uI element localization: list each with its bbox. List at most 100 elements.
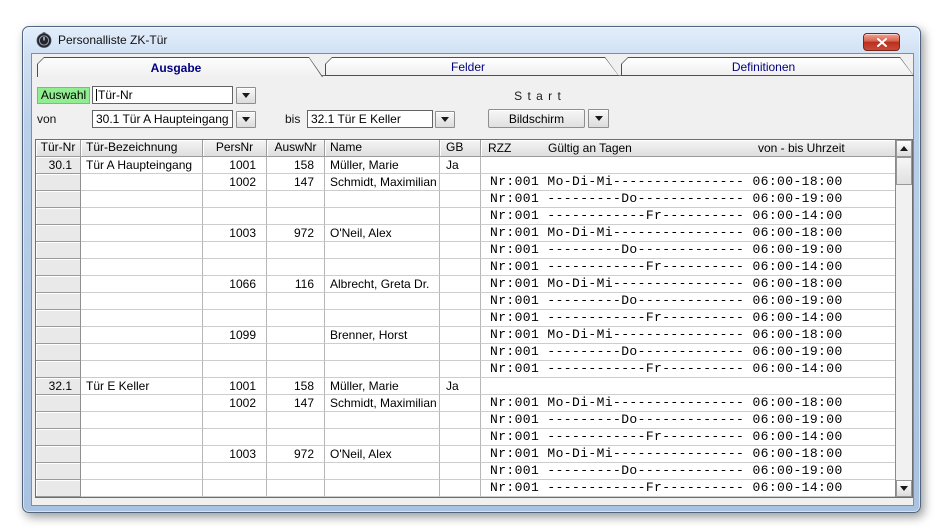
table-row: 1003 972 O'Neil, Alex Nr:001 Mo-Di-Mi------… bbox=[36, 225, 895, 242]
cell-pers bbox=[203, 344, 267, 361]
cell-pers bbox=[203, 191, 267, 208]
cell-rzz: Nr:001 ---------Do------------- 06:00-19… bbox=[481, 242, 895, 259]
up-arrow-icon bbox=[900, 146, 908, 151]
table-row: 1066 116 Albrecht, Greta Dr. Nr:001 Mo-Di-M… bbox=[36, 276, 895, 293]
tab-felder[interactable]: Felder bbox=[325, 57, 619, 76]
cell-tuer bbox=[36, 395, 81, 412]
cell-bez bbox=[81, 446, 203, 463]
cell-rzz: Nr:001 Mo-Di-Mi---------------- 06:00-18… bbox=[481, 225, 895, 242]
cell-name: O'Neil, Alex bbox=[325, 446, 440, 463]
bis-label: bis bbox=[285, 112, 301, 126]
start-label: S t a r t bbox=[514, 89, 562, 103]
cell-pers: 1099 bbox=[203, 327, 267, 344]
table-row: Nr:001 ------------Fr---------- 06:00-14… bbox=[36, 310, 895, 327]
cell-tuer: 30.1 bbox=[36, 157, 81, 174]
cell-name: Brenner, Horst bbox=[325, 327, 440, 344]
cell-tuer bbox=[36, 191, 81, 208]
cell-pers: 1003 bbox=[203, 446, 267, 463]
tab-definitionen[interactable]: Definitionen bbox=[621, 57, 914, 76]
cell-ausw bbox=[267, 259, 325, 276]
scrollbar-down-button[interactable] bbox=[896, 480, 912, 497]
cell-bez bbox=[81, 463, 203, 480]
table-row: Nr:001 ---------Do------------- 06:00-19… bbox=[36, 293, 895, 310]
table-row: 1099 Brenner, Horst Nr:001 Mo-Di-Mi-------… bbox=[36, 327, 895, 344]
cell-gb bbox=[440, 293, 481, 310]
cell-gb bbox=[440, 395, 481, 412]
client-area: Ausgabe Felder Definitionen Auswahl Tür-… bbox=[31, 53, 914, 506]
cell-rzz bbox=[481, 157, 895, 174]
cell-name: Albrecht, Greta Dr. bbox=[325, 276, 440, 293]
cell-bez bbox=[81, 361, 203, 378]
cell-name: Schmidt, Maximilian bbox=[325, 395, 440, 412]
cell-bez: Tür A Haupteingang bbox=[81, 157, 203, 174]
table-row: 32.1 Tür E Keller 1001 158 Müller, Marie Ja bbox=[36, 378, 895, 395]
cell-rzz: Nr:001 ---------Do------------- 06:00-19… bbox=[481, 463, 895, 480]
scrollbar-thumb[interactable] bbox=[896, 157, 912, 185]
table-row: Nr:001 ---------Do------------- 06:00-19… bbox=[36, 242, 895, 259]
cell-rzz bbox=[481, 378, 895, 395]
cell-bez bbox=[81, 174, 203, 191]
bildschirm-button[interactable]: Bildschirm bbox=[488, 109, 585, 128]
vertical-scrollbar[interactable] bbox=[895, 140, 912, 497]
cell-gb bbox=[440, 208, 481, 225]
cell-name bbox=[325, 242, 440, 259]
scrollbar-up-button[interactable] bbox=[896, 140, 912, 157]
auswahl-dropdown-button[interactable] bbox=[236, 87, 256, 104]
table-row: 1002 147 Schmidt, Maximilian Nr:001 Mo-Di-M… bbox=[36, 395, 895, 412]
header-tuer-bezeichnung: Tür-Bezeichnung bbox=[81, 140, 203, 157]
header-persnr: PersNr bbox=[203, 140, 267, 157]
cell-rzz: Nr:001 ------------Fr---------- 06:00-14… bbox=[481, 310, 895, 327]
header-rzz-group: RZZ Gültig an Tagen von - bis Uhrzeit bbox=[481, 140, 895, 157]
cell-pers: 1003 bbox=[203, 225, 267, 242]
von-combobox[interactable]: 30.1 Tür A Haupteingang bbox=[92, 110, 233, 128]
cell-name bbox=[325, 480, 440, 497]
tab-bar: Ausgabe Felder Definitionen bbox=[37, 57, 914, 77]
auswahl-label: Auswahl bbox=[37, 87, 90, 104]
auswahl-input[interactable]: Tür-Nr bbox=[92, 86, 233, 104]
cell-bez bbox=[81, 259, 203, 276]
scrollbar-track[interactable] bbox=[896, 157, 912, 480]
header-von-bis-uhrzeit: von - bis Uhrzeit bbox=[758, 141, 845, 155]
cell-name: O'Neil, Alex bbox=[325, 225, 440, 242]
table-row: Nr:001 ---------Do------------- 06:00-19… bbox=[36, 412, 895, 429]
header-gueltig-an-tagen: Gültig an Tagen bbox=[548, 141, 632, 155]
cell-ausw bbox=[267, 242, 325, 259]
cell-pers: 1002 bbox=[203, 174, 267, 191]
cell-pers: 1066 bbox=[203, 276, 267, 293]
table-row: Nr:001 ---------Do------------- 06:00-19… bbox=[36, 191, 895, 208]
cell-pers bbox=[203, 361, 267, 378]
cell-name bbox=[325, 463, 440, 480]
bis-combobox[interactable]: 32.1 Tür E Keller bbox=[307, 110, 433, 128]
cell-name bbox=[325, 191, 440, 208]
cell-bez bbox=[81, 395, 203, 412]
tab-ausgabe[interactable]: Ausgabe bbox=[37, 57, 323, 77]
table-row: Nr:001 ------------Fr---------- 06:00-14… bbox=[36, 480, 895, 497]
chevron-down-icon bbox=[594, 116, 603, 121]
cell-name: Schmidt, Maximilian bbox=[325, 174, 440, 191]
cell-rzz: Nr:001 ---------Do------------- 06:00-19… bbox=[481, 412, 895, 429]
cell-tuer bbox=[36, 225, 81, 242]
cell-bez bbox=[81, 344, 203, 361]
cell-tuer bbox=[36, 310, 81, 327]
cell-ausw bbox=[267, 480, 325, 497]
bildschirm-dropdown-button[interactable] bbox=[588, 109, 609, 128]
cell-ausw: 158 bbox=[267, 378, 325, 395]
cell-bez bbox=[81, 327, 203, 344]
cell-rzz: Nr:001 ---------Do------------- 06:00-19… bbox=[481, 344, 895, 361]
titlebar[interactable]: Personalliste ZK-Tür bbox=[23, 27, 920, 53]
cell-pers: 1001 bbox=[203, 157, 267, 174]
cell-pers bbox=[203, 480, 267, 497]
von-dropdown-button[interactable] bbox=[236, 111, 256, 128]
close-button[interactable] bbox=[863, 33, 900, 51]
cell-bez: Tür E Keller bbox=[81, 378, 203, 395]
timer-app-icon bbox=[36, 32, 52, 48]
cell-ausw bbox=[267, 208, 325, 225]
bis-dropdown-button[interactable] bbox=[435, 111, 455, 128]
header-gb: GB bbox=[440, 140, 481, 157]
cell-tuer bbox=[36, 259, 81, 276]
cell-bez bbox=[81, 276, 203, 293]
cell-gb bbox=[440, 429, 481, 446]
cell-tuer bbox=[36, 446, 81, 463]
cell-ausw bbox=[267, 412, 325, 429]
cell-bez bbox=[81, 293, 203, 310]
